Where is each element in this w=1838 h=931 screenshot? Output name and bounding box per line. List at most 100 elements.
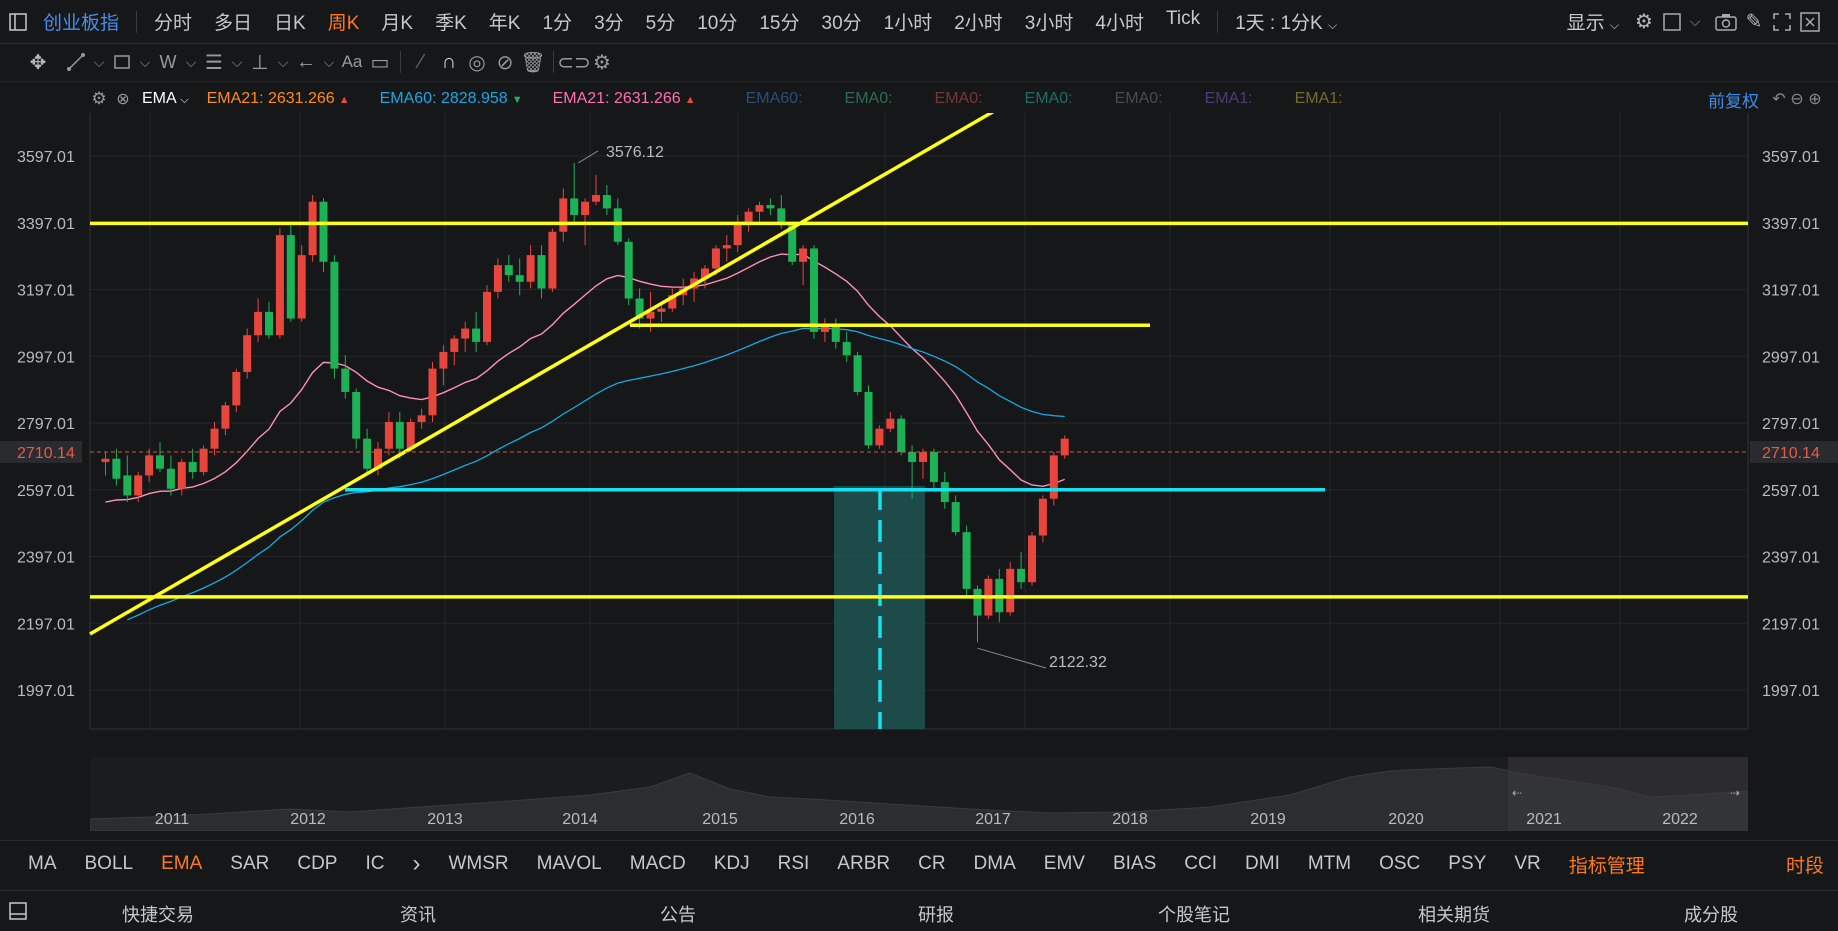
range-select[interactable]: 1天 : 1分K ⌵ <box>1224 8 1348 35</box>
indicator-tab[interactable]: ARBR <box>823 853 904 875</box>
close-icon[interactable] <box>1796 8 1824 36</box>
display-menu[interactable]: 显示 ⌵ <box>1556 8 1630 35</box>
period-tab[interactable]: 季K <box>424 8 478 35</box>
footer-research[interactable]: 研报 <box>918 901 954 927</box>
indicator-tab[interactable]: CR <box>904 853 959 875</box>
indicator-tab[interactable]: SAR <box>216 853 283 875</box>
indicator-tab[interactable]: IC <box>351 853 398 875</box>
chevron-down-icon[interactable]: ⌵ <box>228 48 246 76</box>
text-tool-icon[interactable]: Aa <box>338 48 366 76</box>
move-icon[interactable]: ✥ <box>24 48 52 76</box>
indicator-tab[interactable]: CCI <box>1170 853 1231 875</box>
rect-tool-icon[interactable] <box>108 48 136 76</box>
vertical-tool-icon[interactable]: ⊥ <box>246 48 274 76</box>
period-tab[interactable]: 15分 <box>748 8 810 35</box>
period-tab[interactable]: 3小时 <box>1014 8 1085 35</box>
wave-tool-icon[interactable]: W <box>154 48 182 76</box>
period-tab[interactable]: Tick <box>1155 8 1211 35</box>
candle-body <box>515 275 524 282</box>
chevron-down-icon[interactable]: ⌵ <box>136 48 154 76</box>
period-tab[interactable]: 1小时 <box>873 8 944 35</box>
chevron-down-icon[interactable]: ⌵ <box>1686 8 1704 36</box>
period-tab[interactable]: 5分 <box>635 8 687 35</box>
indicator-tab[interactable]: MA <box>14 853 71 875</box>
gear-icon[interactable]: ⚙ <box>588 48 616 76</box>
eye-icon[interactable]: ◎ <box>463 48 491 76</box>
time-navigator[interactable]: ⇠ ⇢ 2011 2012 2013 2014 2015 2016 2017 2018 2019 20… <box>89 757 1749 832</box>
footer-quick-trade[interactable]: 快捷交易 <box>122 901 194 927</box>
footer-futures[interactable]: 相关期货 <box>1418 901 1490 927</box>
period-tab[interactable]: 日K <box>263 8 317 35</box>
hide-icon[interactable]: ⊘ <box>491 48 519 76</box>
indicator-tab[interactable]: EMA <box>147 853 216 875</box>
zoom-in-icon[interactable]: ⊕ <box>1806 85 1824 113</box>
kline-chart[interactable]: 3597.01 3597.01 3397.01 3397.01 3197.01 3197.… <box>0 97 1838 753</box>
zoom-out-icon[interactable]: ⊖ <box>1788 85 1806 113</box>
indicator-tab[interactable]: DMA <box>960 853 1030 875</box>
indicator-name[interactable]: EMA ⌵ <box>142 90 189 108</box>
period-tab[interactable]: 周K <box>317 8 371 35</box>
indicator-tab-list: MA BOLL EMA SAR CDP IC › WMSR MAVOL MACD KDJ RSI ARB… <box>14 850 1555 878</box>
indicator-tab[interactable]: PSY <box>1434 853 1500 875</box>
indicator-tab[interactable]: KDJ <box>700 853 764 875</box>
line-tool-icon[interactable] <box>62 48 90 76</box>
period-tab[interactable]: 3分 <box>583 8 635 35</box>
period-tab[interactable]: 分时 <box>143 8 203 35</box>
adjust-mode-button[interactable]: 前复权 <box>1697 87 1770 112</box>
kline-chart-svg[interactable]: 3597.01 3597.01 3397.01 3397.01 3197.01 3197.… <box>0 97 1838 753</box>
layout-icon[interactable] <box>1658 8 1686 36</box>
navigator-year: 2022 <box>1662 811 1698 828</box>
indicator-tab[interactable]: MAVOL <box>523 853 616 875</box>
candle-body <box>472 328 481 342</box>
period-tab[interactable]: 月K <box>370 8 424 35</box>
period-tab[interactable]: 30分 <box>811 8 873 35</box>
period-tab[interactable]: 4小时 <box>1084 8 1155 35</box>
pencil-icon[interactable]: ✎ <box>1740 8 1768 36</box>
indicator-tab[interactable]: MTM <box>1294 853 1365 875</box>
period-tab[interactable]: 2小时 <box>943 8 1014 35</box>
comment-tool-icon[interactable]: ▭ <box>366 48 394 76</box>
eraser-tool-icon[interactable]: ⁄ <box>407 48 435 76</box>
chevron-down-icon[interactable]: ⌵ <box>274 48 292 76</box>
settings-icon[interactable]: ⚙ <box>90 85 108 113</box>
indicator-tab[interactable]: EMV <box>1030 853 1099 875</box>
indicator-tab[interactable]: BIAS <box>1099 853 1170 875</box>
chevron-down-icon[interactable]: ⌵ <box>182 48 200 76</box>
sidebar-toggle-icon[interactable] <box>4 8 32 36</box>
undo-icon[interactable]: ↶ <box>1770 85 1788 113</box>
indicator-tab[interactable]: MACD <box>616 853 700 875</box>
footer-constituents[interactable]: 成分股 <box>1684 901 1738 927</box>
period-tab[interactable]: 年K <box>478 8 532 35</box>
indicator-tab[interactable]: RSI <box>764 853 824 875</box>
chevron-right-icon[interactable]: › <box>398 850 434 878</box>
indicator-manage-button[interactable]: 指标管理 <box>1555 851 1659 878</box>
period-tab[interactable]: 1分 <box>531 8 583 35</box>
chevron-down-icon[interactable]: ⌵ <box>90 48 108 76</box>
time-navigator-svg[interactable]: ⇠ ⇢ 2011 2012 2013 2014 2015 2016 2017 2018 2019 20… <box>89 757 1749 832</box>
footer-news[interactable]: 资讯 <box>400 901 436 927</box>
settings-icon[interactable]: ⚙ <box>1630 8 1658 36</box>
indicator-tab[interactable]: OSC <box>1365 853 1434 875</box>
chevron-down-icon[interactable]: ⌵ <box>320 48 338 76</box>
period-tab[interactable]: 多日 <box>203 8 263 35</box>
symbol-name[interactable]: 创业板指 <box>32 8 130 35</box>
remove-indicator-icon[interactable]: ⊗ <box>114 85 132 113</box>
link-icon[interactable]: ⊂⊃ <box>557 48 591 76</box>
indicator-tab[interactable]: DMI <box>1231 853 1294 875</box>
price-tick-right: 1997.01 <box>1762 683 1820 700</box>
camera-icon[interactable] <box>1712 8 1740 36</box>
footer-notes[interactable]: 个股笔记 <box>1158 901 1230 927</box>
magnet-icon[interactable]: ∩ <box>435 48 463 76</box>
indicator-tab[interactable]: BOLL <box>71 853 148 875</box>
period-tab[interactable]: 10分 <box>686 8 748 35</box>
period-button[interactable]: 时段 <box>1772 851 1838 878</box>
fullscreen-icon[interactable] <box>1768 8 1796 36</box>
panel-toggle-icon[interactable] <box>4 897 32 925</box>
indicator-tab[interactable]: VR <box>1500 853 1554 875</box>
arrow-tool-icon[interactable]: ← <box>292 48 320 76</box>
trash-icon[interactable]: 🗑︎ <box>519 48 547 76</box>
footer-announcements[interactable]: 公告 <box>660 901 696 927</box>
indicator-tab[interactable]: WMSR <box>434 853 522 875</box>
indicator-tab[interactable]: CDP <box>283 853 351 875</box>
fib-tool-icon[interactable]: ☰ <box>200 48 228 76</box>
